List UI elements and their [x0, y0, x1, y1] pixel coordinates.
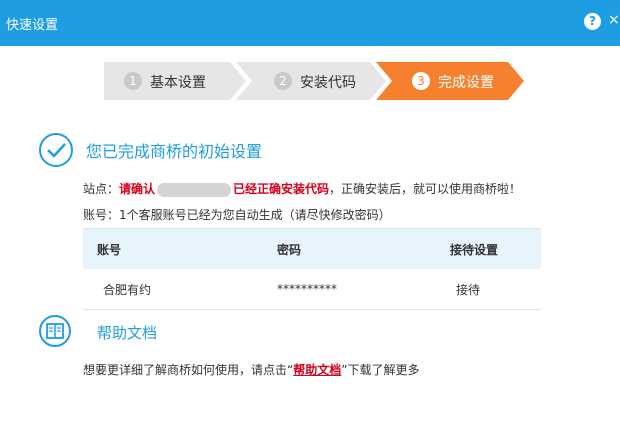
close-icon[interactable]: ×: [608, 12, 620, 28]
step-label: 安装代码: [300, 75, 356, 91]
help-title: 帮助文档: [97, 324, 158, 342]
header-password: 密码: [276, 228, 450, 269]
header-account: 账号: [83, 228, 276, 269]
step-number: 3: [412, 72, 430, 90]
step-number: 2: [274, 72, 292, 90]
account-notice: 账号：1个客服账号已经为您自动生成（请尽快修改密码）: [83, 208, 391, 222]
help-doc-link[interactable]: 帮助文档: [293, 363, 341, 377]
account-table: 账号 密码 接待设置 合肥有约 ********** 接待: [83, 228, 541, 310]
window-title: 快速设置: [6, 18, 59, 33]
step-basic-settings: 1 基本设置: [104, 62, 246, 100]
document-icon: [39, 315, 71, 347]
help-description: 想要更详细了解商桥如何使用，请点击“帮助文档”下载了解更多: [83, 361, 419, 378]
site-confirm-text: 请确认: [119, 182, 156, 196]
step-install-code: 2 安装代码: [236, 62, 386, 100]
completion-title: 您已完成商桥的初始设置: [86, 142, 263, 161]
table-row: 合肥有约 ********** 接待: [83, 269, 541, 310]
cell-reception: 接待: [450, 269, 541, 310]
cell-password: **********: [276, 269, 450, 310]
site-notice: 站点：请确认 已经正确安装代码，正确安装后，就可以使用商桥啦！: [83, 180, 521, 197]
site-suffix: ，正确安装后，就可以使用商桥啦！: [329, 182, 522, 196]
table-header-row: 账号 密码 接待设置: [83, 228, 541, 269]
help-icon[interactable]: ?: [584, 13, 601, 30]
site-prefix: 站点：: [83, 182, 120, 196]
site-install-text: 已经正确安装代码: [233, 182, 330, 196]
step-finish-settings: 3 完成设置: [376, 62, 524, 100]
header-reception: 接待设置: [450, 228, 541, 269]
help-desc-suffix: ”下载了解更多: [341, 363, 420, 377]
step-label: 完成设置: [438, 75, 494, 91]
cell-account: 合肥有约: [83, 269, 276, 310]
title-bar: 快速设置 ? ×: [0, 0, 620, 46]
step-label: 基本设置: [150, 75, 206, 91]
step-number: 1: [124, 72, 142, 90]
blurred-site-name: [157, 182, 232, 197]
check-circle-icon: [39, 133, 73, 167]
help-desc-prefix: 想要更详细了解商桥如何使用，请点击“: [83, 363, 294, 377]
step-progress: 1 基本设置 2 安装代码 3 完成设置: [104, 62, 524, 102]
